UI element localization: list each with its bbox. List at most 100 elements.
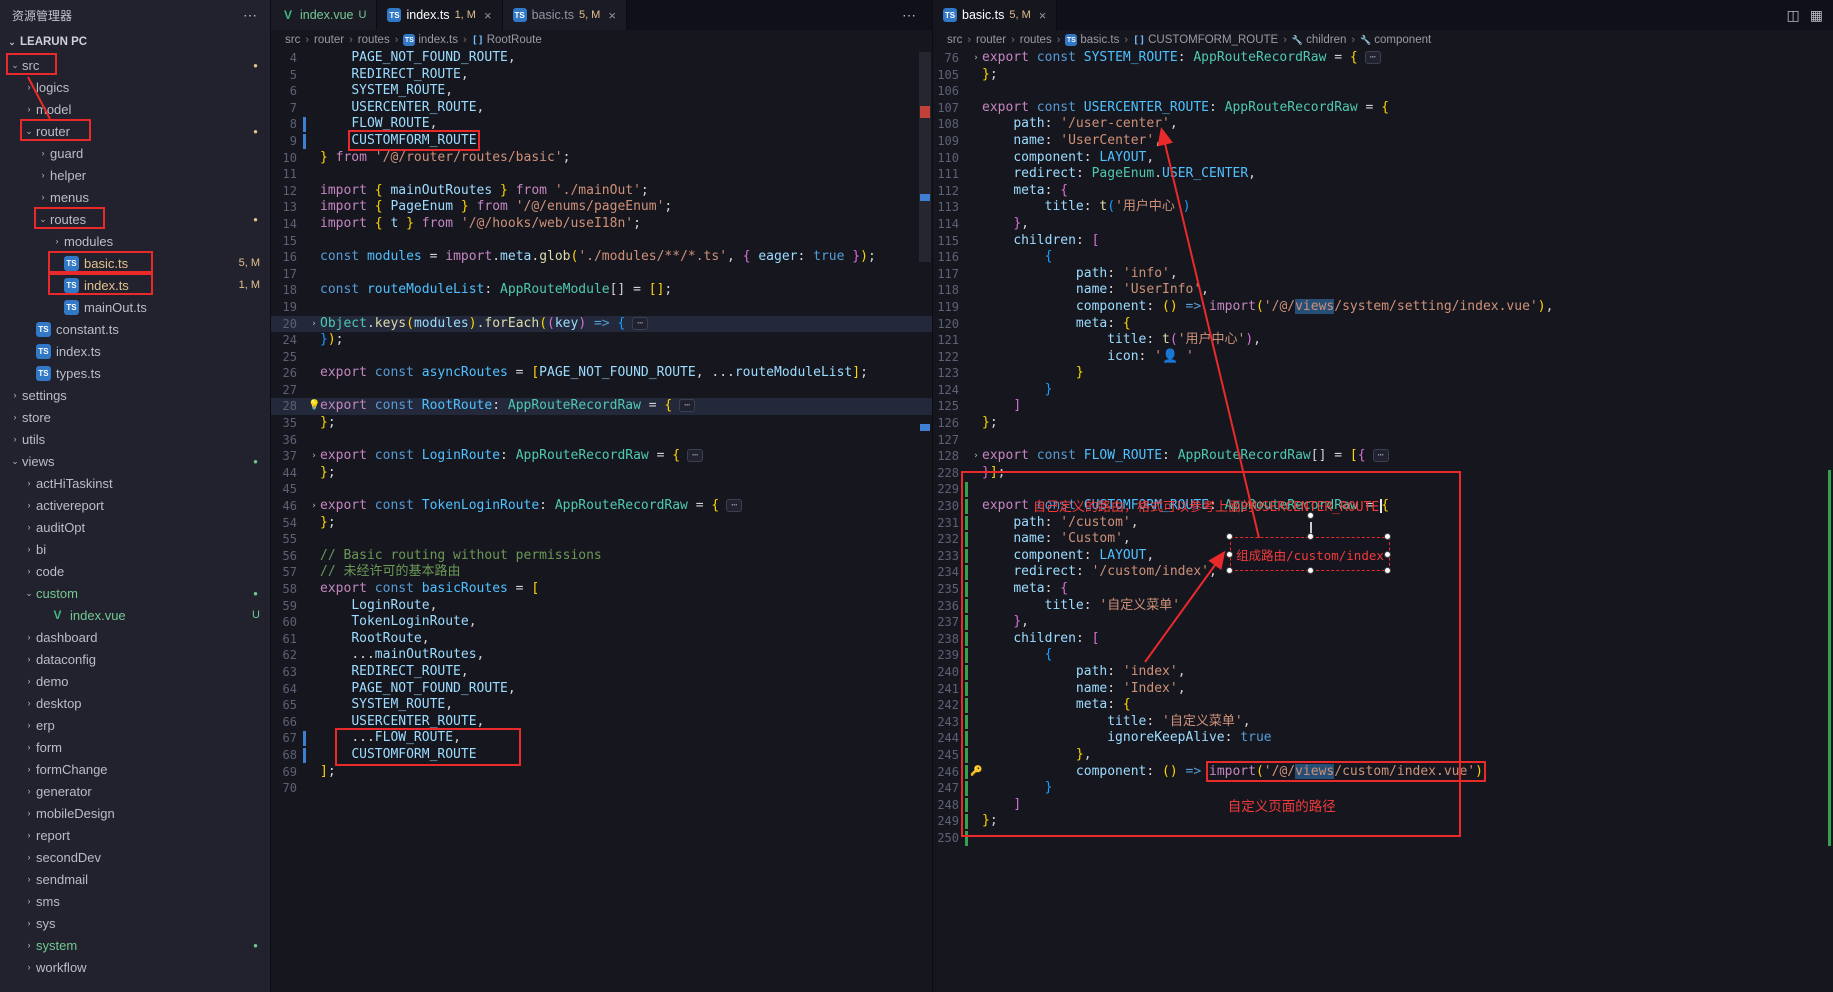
tree-item-utils[interactable]: ›utils — [0, 428, 270, 450]
breadcrumb-index.ts[interactable]: TSindex.ts — [403, 34, 458, 46]
code-line-56[interactable]: 56// Basic routing without permissions — [271, 548, 932, 565]
folded-region-placeholder[interactable]: ⋯ — [632, 317, 648, 330]
code-line-109[interactable]: 109 name: 'UserCenter', — [933, 133, 1833, 150]
close-icon[interactable]: × — [608, 8, 616, 23]
code-line-238[interactable]: 238 children: [ — [933, 631, 1833, 648]
tree-item-system[interactable]: ›system● — [0, 934, 270, 956]
code-line-128[interactable]: 128›export const FLOW_ROUTE: AppRouteRec… — [933, 448, 1833, 465]
folded-region-placeholder[interactable]: ⋯ — [687, 449, 703, 462]
code-line-249[interactable]: 249}; — [933, 813, 1833, 830]
tree-item-code[interactable]: ›code — [0, 560, 270, 582]
tree-item-modules[interactable]: ›modules — [0, 230, 270, 252]
tab-index.vue[interactable]: Vindex.vueU — [271, 0, 377, 30]
code-line-230[interactable]: 230export const CUSTOMFORM_ROUTE: AppRou… — [933, 498, 1833, 515]
code-line-236[interactable]: 236 title: '自定义菜单' — [933, 598, 1833, 615]
tree-item-sms[interactable]: ›sms — [0, 890, 270, 912]
tree-item-basic.ts[interactable]: TSbasic.ts5, M — [0, 252, 270, 274]
code-line-44[interactable]: 44}; — [271, 465, 932, 482]
code-line-113[interactable]: 113 title: t('用户中心') — [933, 199, 1833, 216]
fold-collapsed-icon[interactable]: › — [308, 316, 320, 333]
code-line-7[interactable]: 7 USERCENTER_ROUTE, — [271, 100, 932, 117]
code-line-111[interactable]: 111 redirect: PageEnum.USER_CENTER, — [933, 166, 1833, 183]
tree-item-router[interactable]: ⌄router● — [0, 120, 270, 142]
tree-item-index.ts[interactable]: TSindex.ts1, M — [0, 274, 270, 296]
code-line-108[interactable]: 108 path: '/user-center', — [933, 116, 1833, 133]
code-line-244[interactable]: 244 ignoreKeepAlive: true — [933, 730, 1833, 747]
breadcrumb-src[interactable]: src — [947, 34, 962, 46]
tree-item-form[interactable]: ›form — [0, 736, 270, 758]
code-line-18[interactable]: 18const routeModuleList: AppRouteModule[… — [271, 282, 932, 299]
folded-region-placeholder[interactable]: ⋯ — [679, 399, 695, 412]
tree-item-dataconfig[interactable]: ›dataconfig — [0, 648, 270, 670]
code-line-15[interactable]: 15 — [271, 233, 932, 250]
breadcrumb-component[interactable]: 🔧component — [1360, 34, 1431, 46]
code-line-237[interactable]: 237 }, — [933, 614, 1833, 631]
code-line-68[interactable]: 68 CUSTOMFORM_ROUTE — [271, 747, 932, 764]
code-line-20[interactable]: 20›Object.keys(modules).forEach((key) =>… — [271, 316, 932, 333]
tree-item-menus[interactable]: ›menus — [0, 186, 270, 208]
breadcrumb-src[interactable]: src — [285, 34, 300, 46]
tree-item-secondDev[interactable]: ›secondDev — [0, 846, 270, 868]
code-line-117[interactable]: 117 path: 'info', — [933, 266, 1833, 283]
code-line-67[interactable]: 67 ...FLOW_ROUTE, — [271, 730, 932, 747]
code-line-127[interactable]: 127 — [933, 432, 1833, 449]
code-line-124[interactable]: 124 } — [933, 382, 1833, 399]
code-line-12[interactable]: 12import { mainOutRoutes } from './mainO… — [271, 183, 932, 200]
code-line-115[interactable]: 115 children: [ — [933, 233, 1833, 250]
tree-item-dashboard[interactable]: ›dashboard — [0, 626, 270, 648]
code-line-121[interactable]: 121 title: t('用户中心'), — [933, 332, 1833, 349]
fold-collapsed-icon[interactable]: › — [308, 448, 320, 465]
code-line-235[interactable]: 235 meta: { — [933, 581, 1833, 598]
code-line-61[interactable]: 61 RootRoute, — [271, 631, 932, 648]
tree-item-bi[interactable]: ›bi — [0, 538, 270, 560]
breadcrumb-basic.ts[interactable]: TSbasic.ts — [1065, 34, 1119, 46]
fold-collapsed-icon[interactable]: › — [970, 448, 982, 465]
code-line-242[interactable]: 242 meta: { — [933, 697, 1833, 714]
code-line-233[interactable]: 233 component: LAYOUT, — [933, 548, 1833, 565]
close-icon[interactable]: × — [484, 8, 492, 23]
folded-region-placeholder[interactable]: ⋯ — [1365, 51, 1381, 64]
code-line-55[interactable]: 55 — [271, 531, 932, 548]
breadcrumb-RootRoute[interactable]: []RootRoute — [472, 34, 542, 46]
code-line-46[interactable]: 46›export const TokenLoginRoute: AppRout… — [271, 498, 932, 515]
code-line-60[interactable]: 60 TokenLoginRoute, — [271, 614, 932, 631]
code-line-27[interactable]: 27 — [271, 382, 932, 399]
tab-basic.ts[interactable]: TSbasic.ts5, M× — [933, 0, 1057, 30]
code-line-13[interactable]: 13import { PageEnum } from '/@/enums/pag… — [271, 199, 932, 216]
breadcrumb-router[interactable]: router — [976, 34, 1006, 46]
breadcrumb-CUSTOMFORM_ROUTE[interactable]: []CUSTOMFORM_ROUTE — [1133, 34, 1278, 46]
code-line-241[interactable]: 241 name: 'Index', — [933, 681, 1833, 698]
code-line-54[interactable]: 54}; — [271, 515, 932, 532]
code-line-232[interactable]: 232 name: 'Custom', — [933, 531, 1833, 548]
code-line-16[interactable]: 16const modules = import.meta.glob('./mo… — [271, 249, 932, 266]
customize-layout-icon[interactable]: ▦ — [1810, 7, 1823, 24]
tree-item-demo[interactable]: ›demo — [0, 670, 270, 692]
code-line-19[interactable]: 19 — [271, 299, 932, 316]
code-line-234[interactable]: 234 redirect: '/custom/index', — [933, 564, 1833, 581]
code-line-114[interactable]: 114 }, — [933, 216, 1833, 233]
code-line-24[interactable]: 24}); — [271, 332, 932, 349]
tree-item-sendmail[interactable]: ›sendmail — [0, 868, 270, 890]
tab-index.ts[interactable]: TSindex.ts1, M× — [377, 0, 502, 30]
code-line-8[interactable]: 8 FLOW_ROUTE, — [271, 116, 932, 133]
code-line-70[interactable]: 70 — [271, 780, 932, 797]
tree-item-model[interactable]: ›model — [0, 98, 270, 120]
folded-region-placeholder[interactable]: ⋯ — [1373, 449, 1389, 462]
tree-item-index.ts[interactable]: TSindex.ts — [0, 340, 270, 362]
code-line-119[interactable]: 119 component: () => import('/@/views/sy… — [933, 299, 1833, 316]
tree-item-custom[interactable]: ⌄custom● — [0, 582, 270, 604]
breadcrumb-routes[interactable]: routes — [358, 34, 390, 46]
folded-region-placeholder[interactable]: ⋯ — [726, 499, 742, 512]
code-line-76[interactable]: 76›export const SYSTEM_ROUTE: AppRouteRe… — [933, 50, 1833, 67]
code-line-64[interactable]: 64 PAGE_NOT_FOUND_ROUTE, — [271, 681, 932, 698]
code-line-10[interactable]: 10} from '/@/router/routes/basic'; — [271, 150, 932, 167]
code-line-58[interactable]: 58export const basicRoutes = [ — [271, 581, 932, 598]
code-line-107[interactable]: 107export const USERCENTER_ROUTE: AppRou… — [933, 100, 1833, 117]
split-editor-icon[interactable]: ◫ — [1787, 7, 1800, 24]
tree-item-generator[interactable]: ›generator — [0, 780, 270, 802]
code-line-62[interactable]: 62 ...mainOutRoutes, — [271, 647, 932, 664]
fold-collapsed-icon[interactable]: › — [970, 50, 982, 67]
code-line-35[interactable]: 35}; — [271, 415, 932, 432]
code-line-36[interactable]: 36 — [271, 432, 932, 449]
tree-item-constant.ts[interactable]: TSconstant.ts — [0, 318, 270, 340]
